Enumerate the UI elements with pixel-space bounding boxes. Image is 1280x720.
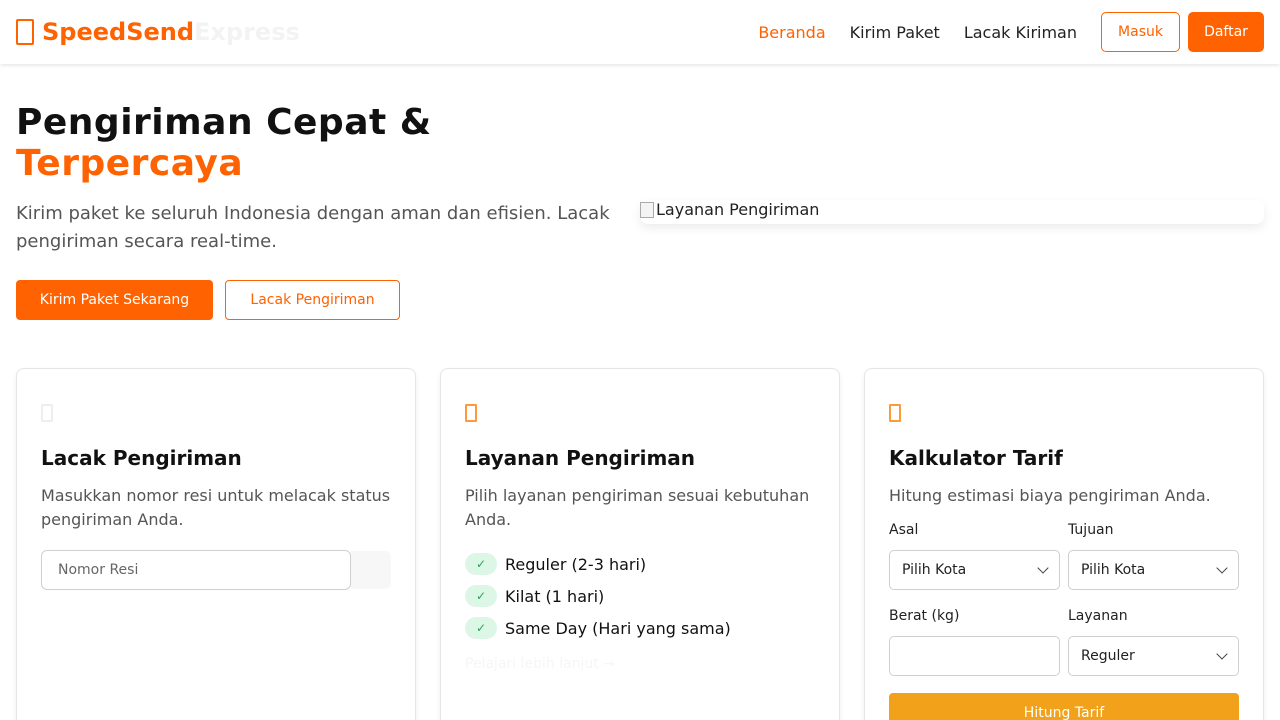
service-label: Same Day (Hari yang sama) [505, 618, 731, 638]
nav-link-lacak-kiriman[interactable]: Lacak Kiriman [964, 23, 1077, 42]
origin-label: Asal [889, 522, 919, 538]
services-card: Layanan Pengiriman Pilih layanan pengiri… [440, 368, 840, 720]
calculator-icon [889, 404, 901, 422]
service-label: Layanan [1068, 608, 1128, 624]
services-card-description: Pilih layanan pengiriman sesuai kebutuha… [465, 486, 810, 529]
broken-image-icon [640, 202, 654, 218]
destination-select[interactable]: Pilih Kota [1068, 550, 1239, 590]
hero-title: Pengiriman Cepat & Terpercaya [16, 102, 432, 184]
services-list: ✓ Reguler (2-3 hari) ✓ Kilat (1 hari) ✓ … [465, 548, 815, 644]
track-card-description: Masukkan nomor resi untuk melacak status… [41, 486, 391, 529]
check-icon: ✓ [465, 617, 497, 639]
chevron-down-icon [1037, 562, 1049, 574]
send-package-button[interactable]: Kirim Paket Sekarang [16, 280, 213, 320]
brand-name-secondary: Express [194, 18, 300, 46]
origin-select[interactable]: Pilih Kota [889, 550, 1060, 590]
list-item: ✓ Reguler (2-3 hari) [465, 548, 815, 580]
search-icon [41, 404, 53, 422]
brand-logo[interactable]: SpeedSend Express [16, 18, 300, 46]
login-button[interactable]: Masuk [1101, 12, 1180, 52]
destination-value: Pilih Kota [1081, 562, 1146, 578]
brand-name-primary: SpeedSend [42, 18, 195, 46]
register-button[interactable]: Daftar [1188, 12, 1264, 52]
calculator-form: Asal Pilih Kota Tujuan Pilih Kota Berat … [889, 522, 1239, 694]
services-card-title: Layanan Pengiriman [465, 446, 696, 470]
tracking-number-input[interactable] [41, 550, 351, 590]
hero-description: Kirim paket ke seluruh Indonesia dengan … [16, 203, 610, 252]
chevron-down-icon [1216, 648, 1228, 660]
hero-image-alt: Layanan Pengiriman [656, 200, 820, 219]
destination-label: Tujuan [1068, 522, 1114, 538]
track-card-title: Lacak Pengiriman [41, 446, 242, 470]
weight-label: Berat (kg) [889, 608, 960, 624]
hero-title-line2: Terpercaya [16, 143, 244, 184]
calculator-card-description: Hitung estimasi biaya pengiriman Anda. [889, 486, 1211, 505]
service-label: Kilat (1 hari) [505, 586, 605, 606]
hero-title-line1: Pengiriman Cepat & [16, 102, 432, 143]
list-item: ✓ Kilat (1 hari) [465, 580, 815, 612]
weight-input[interactable] [889, 636, 1060, 676]
origin-value: Pilih Kota [902, 562, 967, 578]
track-search-button[interactable] [351, 551, 391, 589]
list-item: ✓ Same Day (Hari yang sama) [465, 612, 815, 644]
nav-link-kirim-paket[interactable]: Kirim Paket [850, 23, 940, 42]
chevron-down-icon [1216, 562, 1228, 574]
track-card: Lacak Pengiriman Masukkan nomor resi unt… [16, 368, 416, 720]
box-icon [16, 19, 34, 45]
service-select[interactable]: Reguler [1068, 636, 1239, 676]
calculator-card-title: Kalkulator Tarif [889, 446, 1063, 470]
check-icon: ✓ [465, 553, 497, 575]
track-shipment-button[interactable]: Lacak Pengiriman [225, 280, 400, 320]
calculator-card: Kalkulator Tarif Hitung estimasi biaya p… [864, 368, 1264, 720]
track-form [41, 550, 391, 590]
nav-link-beranda[interactable]: Beranda [758, 23, 825, 42]
service-label: Reguler (2-3 hari) [505, 554, 647, 574]
truck-icon [465, 404, 477, 422]
check-icon: ✓ [465, 585, 497, 607]
calculate-rate-button[interactable]: Hitung Tarif [889, 693, 1239, 720]
navbar: SpeedSend Express Beranda Kirim Paket La… [0, 0, 1280, 64]
service-value: Reguler [1081, 648, 1135, 664]
hero-image: Layanan Pengiriman [640, 200, 1264, 224]
learn-more-link[interactable]: Pelajari lebih lanjut → [465, 656, 815, 672]
nav-links: Beranda Kirim Paket Lacak Kiriman Masuk … [758, 12, 1264, 52]
